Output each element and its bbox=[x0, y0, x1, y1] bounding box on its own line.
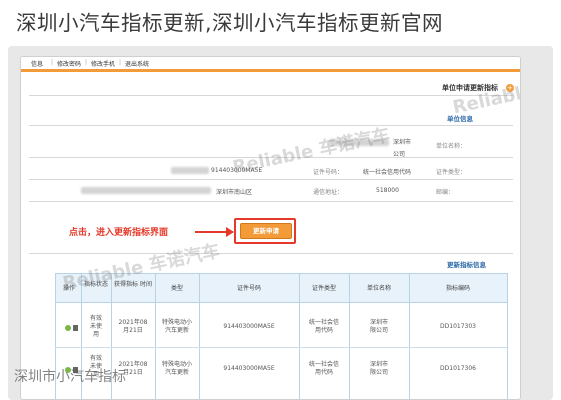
redacted-text bbox=[81, 187, 211, 194]
table-divider bbox=[299, 273, 300, 399]
article-title-bar: 深圳小汽车指标更新,深圳小汽车指标更新官网 bbox=[0, 0, 561, 46]
accent-line bbox=[21, 69, 520, 72]
column-header-date: 获得指标 时间 bbox=[114, 281, 152, 288]
type-cell: 特殊电动小 汽车更新 bbox=[161, 319, 192, 334]
unit-name-cell: 深圳市 限公司 bbox=[369, 319, 388, 334]
code-cell: DD1017303 bbox=[440, 323, 476, 330]
zip-value: 518000 bbox=[376, 187, 399, 194]
divider bbox=[29, 179, 513, 180]
nav-item-change-phone[interactable]: 修改手机 bbox=[91, 59, 115, 68]
table-divider bbox=[409, 273, 410, 399]
nav-item-info[interactable]: 信息 bbox=[31, 59, 43, 68]
apply-update-button[interactable]: 更新申请 bbox=[240, 223, 292, 239]
cert-no-cell: 914403000MA5E bbox=[223, 323, 275, 330]
cert-type-cell: 统一社会信 用代码 bbox=[308, 361, 339, 376]
unit-info-section-label: 单位信息 bbox=[447, 115, 473, 123]
page-header: 单位申请更新指标 + bbox=[21, 79, 520, 93]
status-cell: 有效 未使 用 bbox=[89, 315, 102, 338]
column-header-unit-name: 单位名称 bbox=[366, 285, 391, 292]
table-divider bbox=[55, 347, 507, 348]
table-divider bbox=[507, 273, 508, 399]
redacted-text bbox=[329, 139, 389, 146]
address-label: 通信地址： bbox=[313, 189, 344, 196]
unit-name-cell: 深圳市 限公司 bbox=[369, 361, 388, 376]
cert-type-value: 统一社会信用代码 bbox=[363, 169, 412, 176]
column-header-type: 类型 bbox=[170, 285, 183, 292]
divider bbox=[29, 125, 513, 126]
leaf-icon[interactable] bbox=[65, 325, 71, 331]
nav-item-logout[interactable]: 退出系统 bbox=[125, 59, 149, 68]
zip-label: 邮编： bbox=[436, 189, 455, 196]
nav-item-change-password[interactable]: 修改密码 bbox=[57, 59, 81, 68]
column-header-cert-no: 证件号码 bbox=[236, 285, 261, 292]
app-window: 信息 | 修改密码 | 修改手机 | 退出系统 单位申请更新指标 + 单位信息 … bbox=[20, 56, 521, 400]
column-header-status: 指标状态 bbox=[83, 281, 108, 288]
code-cell: DD1017306 bbox=[440, 365, 476, 372]
table-divider bbox=[155, 273, 156, 399]
unit-name-label: 单位名称： bbox=[436, 143, 467, 150]
cert-no-value: 914403000MA5E bbox=[211, 167, 263, 174]
unit-name-value: 深圳市 bbox=[393, 139, 412, 146]
divider bbox=[29, 157, 513, 158]
callout-arrow-head bbox=[226, 227, 234, 237]
quota-section-label: 更新指标信息 bbox=[447, 261, 486, 269]
column-header-cert-type: 证件类型 bbox=[311, 285, 336, 292]
column-header-action: 操作 bbox=[62, 285, 75, 292]
redacted-text bbox=[171, 167, 209, 174]
type-cell: 特殊电动小 汽车更新 bbox=[161, 361, 192, 376]
image-caption: 深圳市小汽车指标 bbox=[14, 369, 126, 385]
page-title: 单位申请更新指标 bbox=[442, 84, 498, 92]
document-icon[interactable] bbox=[73, 325, 78, 331]
cert-no-label: 证件号码： bbox=[313, 169, 344, 176]
top-nav: 信息 | 修改密码 | 修改手机 | 退出系统 bbox=[21, 57, 520, 69]
callout-instruction: 点击，进入更新指标界面 bbox=[69, 228, 169, 238]
cert-type-label: 证件类型： bbox=[436, 169, 467, 176]
divider bbox=[29, 95, 513, 96]
date-cell: 2021年08 月21日 bbox=[118, 319, 148, 334]
plus-icon: + bbox=[506, 84, 514, 92]
cert-type-cell: 统一社会信 用代码 bbox=[308, 319, 339, 334]
nav-separator: | bbox=[51, 59, 54, 66]
divider bbox=[29, 201, 513, 202]
article-title: 深圳小汽车指标更新,深圳小汽车指标更新官网 bbox=[16, 11, 444, 35]
nav-separator: | bbox=[85, 59, 88, 66]
divider bbox=[29, 253, 513, 254]
table-divider bbox=[349, 273, 350, 399]
address-value: 深圳市南山区 bbox=[216, 189, 253, 196]
column-header-code: 指标编码 bbox=[445, 285, 470, 292]
nav-separator: | bbox=[119, 59, 122, 66]
table-divider bbox=[199, 273, 200, 399]
cert-no-cell: 914403000MA5E bbox=[223, 365, 275, 372]
